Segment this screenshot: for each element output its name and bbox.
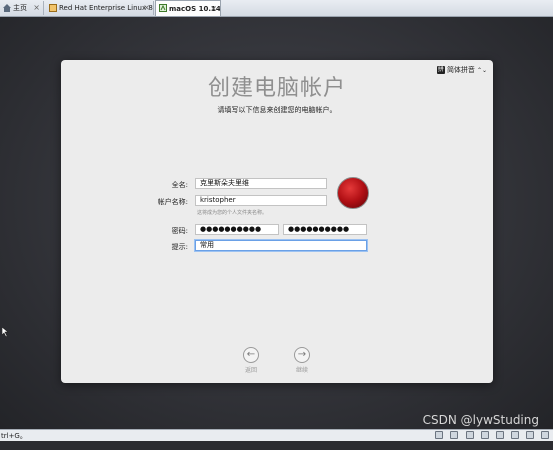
setup-assistant-panel: 拼简体拼音 ⌃⌄ 创建电脑帐户 请填写以下信息来创建您的电脑帐户。 全名: 克里斯… — [61, 60, 493, 383]
harddisk-icon[interactable] — [435, 431, 444, 439]
password-label: 密码: — [171, 227, 188, 235]
tab-home[interactable]: 主页 × — [0, 1, 44, 15]
tab-macos[interactable]: macOS 10.14 × — [155, 0, 221, 16]
printer-icon[interactable] — [510, 431, 519, 439]
device-icons — [433, 431, 549, 440]
account-name-label: 帐户名称: — [157, 198, 188, 206]
close-icon[interactable]: × — [33, 1, 40, 15]
page-subtitle: 请填写以下信息来创建您的电脑帐户。 — [217, 106, 337, 114]
account-name-field[interactable]: kristopher — [195, 195, 327, 206]
fullname-label: 全名: — [171, 181, 188, 189]
tab-home-label: 主页 — [13, 4, 27, 12]
close-icon[interactable]: × — [210, 1, 217, 16]
display-icon[interactable] — [525, 431, 534, 439]
usb-icon[interactable] — [480, 431, 489, 439]
vm-status-bar: trl+G。 — [0, 429, 553, 441]
mouse-cursor-icon — [2, 327, 9, 337]
password-hint-label: 提示: — [171, 243, 188, 251]
fullname-field[interactable]: 克里斯朵夫里维 — [195, 178, 327, 189]
vm-screen: 拼简体拼音 ⌃⌄ 创建电脑帐户 请填写以下信息来创建您的电脑帐户。 全名: 克里斯… — [0, 17, 553, 429]
network-icon[interactable] — [465, 431, 474, 439]
tab-rhel-label: Red Hat Enterprise Linux 8 64... — [59, 4, 153, 12]
cd-icon[interactable] — [450, 431, 459, 439]
back-button[interactable]: ← — [243, 347, 259, 363]
continue-button-label: 继续 — [295, 367, 308, 374]
close-icon[interactable]: × — [143, 1, 150, 15]
user-avatar[interactable] — [337, 177, 369, 209]
continue-button[interactable]: → — [294, 347, 310, 363]
back-button-label: 返回 — [244, 367, 257, 374]
page-title: 创建电脑帐户 — [207, 76, 346, 101]
password-hint-field[interactable]: 常用 — [195, 240, 367, 251]
watermark: CSDN @lywStuding — [422, 413, 539, 427]
sound-icon[interactable] — [495, 431, 504, 439]
vm-icon — [49, 4, 57, 12]
verify-password-field[interactable]: ●●●●●●●●●● — [283, 224, 367, 235]
vm-tab-bar: 主页 × Red Hat Enterprise Linux 8 64... × … — [0, 0, 553, 17]
arrow-right-icon: → — [297, 349, 307, 360]
message-icon[interactable] — [541, 431, 549, 439]
tab-rhel[interactable]: Red Hat Enterprise Linux 8 64... × — [46, 1, 154, 15]
arrow-left-icon: ← — [246, 349, 256, 360]
account-name-hint: 这将成为您的个人文件夹名称。 — [197, 210, 268, 216]
vm-icon — [159, 4, 167, 12]
home-icon — [3, 4, 11, 12]
password-field[interactable]: ●●●●●●●●●● — [195, 224, 279, 235]
